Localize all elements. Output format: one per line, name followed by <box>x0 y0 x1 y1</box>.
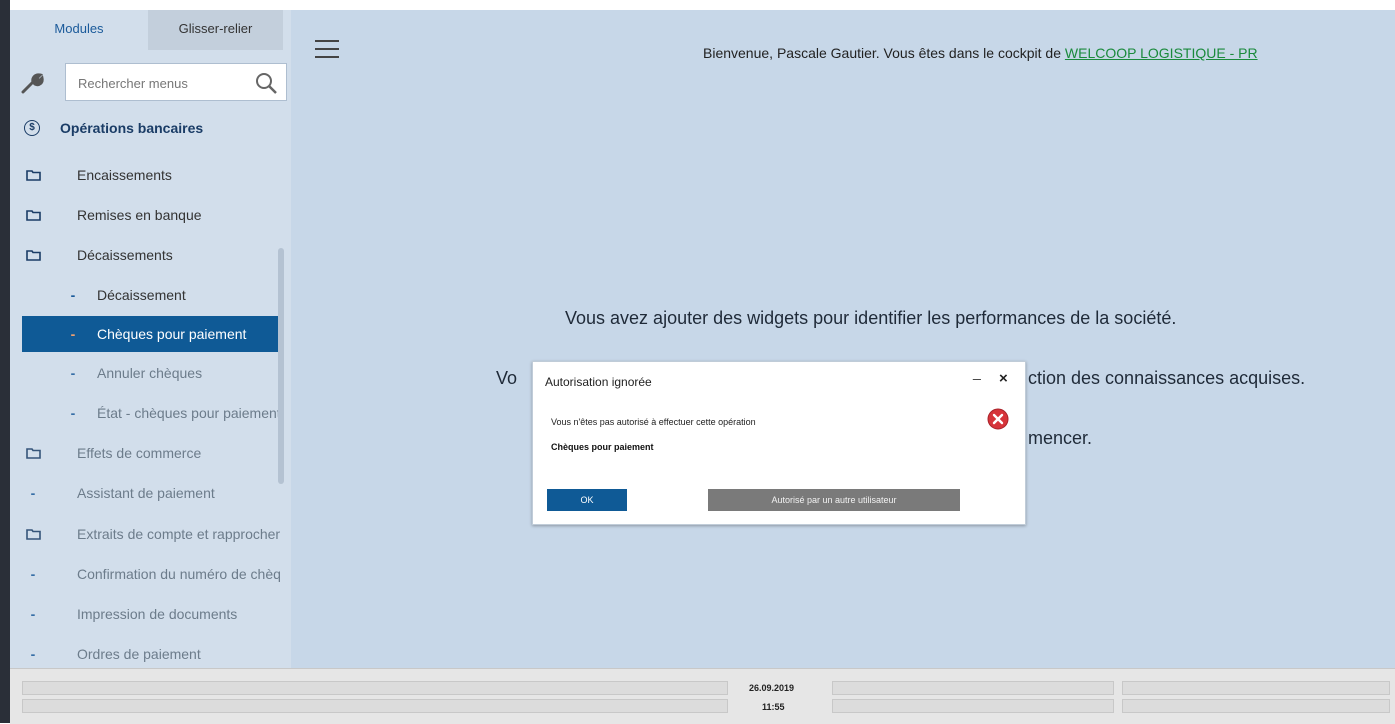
sidebar-item-label: Effets de commerce <box>77 445 202 461</box>
sidebar-tabs: Modules Glisser-relier <box>10 10 291 50</box>
status-cell <box>1122 681 1390 695</box>
main-area: Bienvenue, Pascale Gautier. Vous êtes da… <box>291 10 1395 668</box>
folder-icon <box>26 210 41 221</box>
screen-left-border <box>0 0 10 723</box>
dash-icon: - <box>30 566 36 582</box>
sidebar-item-label: Encaissements <box>77 167 172 183</box>
status-cell <box>832 699 1114 713</box>
status-cell <box>1122 699 1390 713</box>
folder-icon <box>26 529 41 540</box>
message-widgets: Vous avez ajouter des widgets pour ident… <box>565 308 1177 328</box>
sidebar-item-assistant-de-paiement[interactable]: - Assistant de paiement <box>10 475 280 511</box>
dash-icon: - <box>30 485 36 501</box>
tab-modules[interactable]: Modules <box>10 10 148 50</box>
folder-icon <box>26 250 41 261</box>
wrench-icon[interactable] <box>20 72 46 94</box>
message-line2-left: Vo <box>496 368 518 388</box>
search-icon[interactable] <box>254 71 278 95</box>
minimize-icon[interactable]: _ <box>973 364 981 380</box>
sidebar-header-operations-bancaires[interactable]: $ Opérations bancaires <box>10 110 280 146</box>
folder-icon <box>26 170 41 181</box>
dash-icon: - <box>30 606 36 622</box>
sidebar-item-label: Assistant de paiement <box>77 485 215 501</box>
sidebar-item-label: Ordres de paiement <box>77 646 201 662</box>
dash-icon: - <box>30 646 36 662</box>
sidebar-header-label: Opérations bancaires <box>60 120 204 136</box>
search-input[interactable] <box>76 72 250 94</box>
sidebar-item-ordres-de-paiement[interactable]: - Ordres de paiement <box>10 636 280 668</box>
sidebar-item-remises-en-banque[interactable]: Remises en banque <box>10 197 280 233</box>
folder-icon <box>26 448 41 459</box>
sidebar-scrollbar[interactable] <box>278 248 284 484</box>
search-row <box>10 60 291 106</box>
sidebar-item-decaissement[interactable]: - Décaissement <box>10 277 280 313</box>
dollar-icon: $ <box>24 120 40 136</box>
hamburger-icon[interactable] <box>313 38 341 60</box>
sidebar-item-encaissements[interactable]: Encaissements <box>10 157 280 193</box>
dash-icon: - <box>70 365 76 381</box>
authorization-dialog: Autorisation ignorée _ × Vous n'êtes pas… <box>532 361 1026 525</box>
status-cell <box>832 681 1114 695</box>
close-icon[interactable]: × <box>999 370 1008 387</box>
sidebar-item-label: État - chèques pour paiement <box>97 405 280 421</box>
search-box <box>65 63 287 101</box>
dialog-title: Autorisation ignorée <box>545 375 652 389</box>
dialog-operation: Chèques pour paiement <box>551 442 654 452</box>
ok-button[interactable]: OK <box>547 489 627 511</box>
sidebar-item-label: Extraits de compte et rapprochement <box>77 526 280 542</box>
sidebar-item-label: Décaissements <box>77 247 173 263</box>
screen-top-border <box>0 0 1395 10</box>
sidebar-item-confirmation-numero[interactable]: - Confirmation du numéro de chèque <box>10 556 280 592</box>
dash-icon: - <box>70 326 76 342</box>
status-bar: 26.09.2019 11:55 <box>10 668 1395 724</box>
status-date: 26.09.2019 <box>749 683 795 693</box>
dash-icon: - <box>70 405 76 421</box>
dash-icon: - <box>70 287 76 303</box>
sidebar-item-extraits-de-compte[interactable]: Extraits de compte et rapprochement <box>10 516 280 552</box>
welcome-prefix: Bienvenue, Pascale Gautier. Vous êtes da… <box>703 45 1065 61</box>
status-time: 11:55 <box>762 702 785 712</box>
sidebar-item-annuler-cheques[interactable]: - Annuler chèques <box>10 355 280 391</box>
sidebar-item-label: Impression de documents <box>77 606 238 622</box>
status-cell <box>22 681 728 695</box>
sidebar-item-label: Décaissement <box>97 287 186 303</box>
sidebar-item-label: Chèques pour paiement <box>97 326 247 342</box>
status-cell <box>22 699 728 713</box>
error-icon <box>987 408 1009 430</box>
sidebar-item-effets-de-commerce[interactable]: Effets de commerce <box>10 435 280 471</box>
welcome-text: Bienvenue, Pascale Gautier. Vous êtes da… <box>703 45 1258 61</box>
message-line2-right: ction des connaissances acquises. <box>1028 368 1306 388</box>
sidebar: Modules Glisser-relier $ Opérations banc… <box>10 10 291 668</box>
sidebar-item-etat-cheques[interactable]: - État - chèques pour paiement <box>10 395 280 431</box>
company-link[interactable]: WELCOOP LOGISTIQUE - PR <box>1065 45 1258 61</box>
sidebar-item-label: Remises en banque <box>77 207 202 223</box>
dialog-message: Vous n'êtes pas autorisé à effectuer cet… <box>551 417 756 427</box>
sidebar-item-label: Confirmation du numéro de chèque <box>77 566 280 582</box>
tab-glisser-relier[interactable]: Glisser-relier <box>148 10 283 50</box>
sidebar-item-cheques-pour-paiement[interactable]: - Chèques pour paiement <box>22 316 280 352</box>
message-line3-right: mencer. <box>1028 428 1093 448</box>
sidebar-item-label: Annuler chèques <box>97 365 203 381</box>
sidebar-item-impression-documents[interactable]: - Impression de documents <box>10 596 280 632</box>
sidebar-item-decaissements[interactable]: Décaissements <box>10 237 280 273</box>
authorize-other-user-button[interactable]: Autorisé par un autre utilisateur <box>708 489 960 511</box>
